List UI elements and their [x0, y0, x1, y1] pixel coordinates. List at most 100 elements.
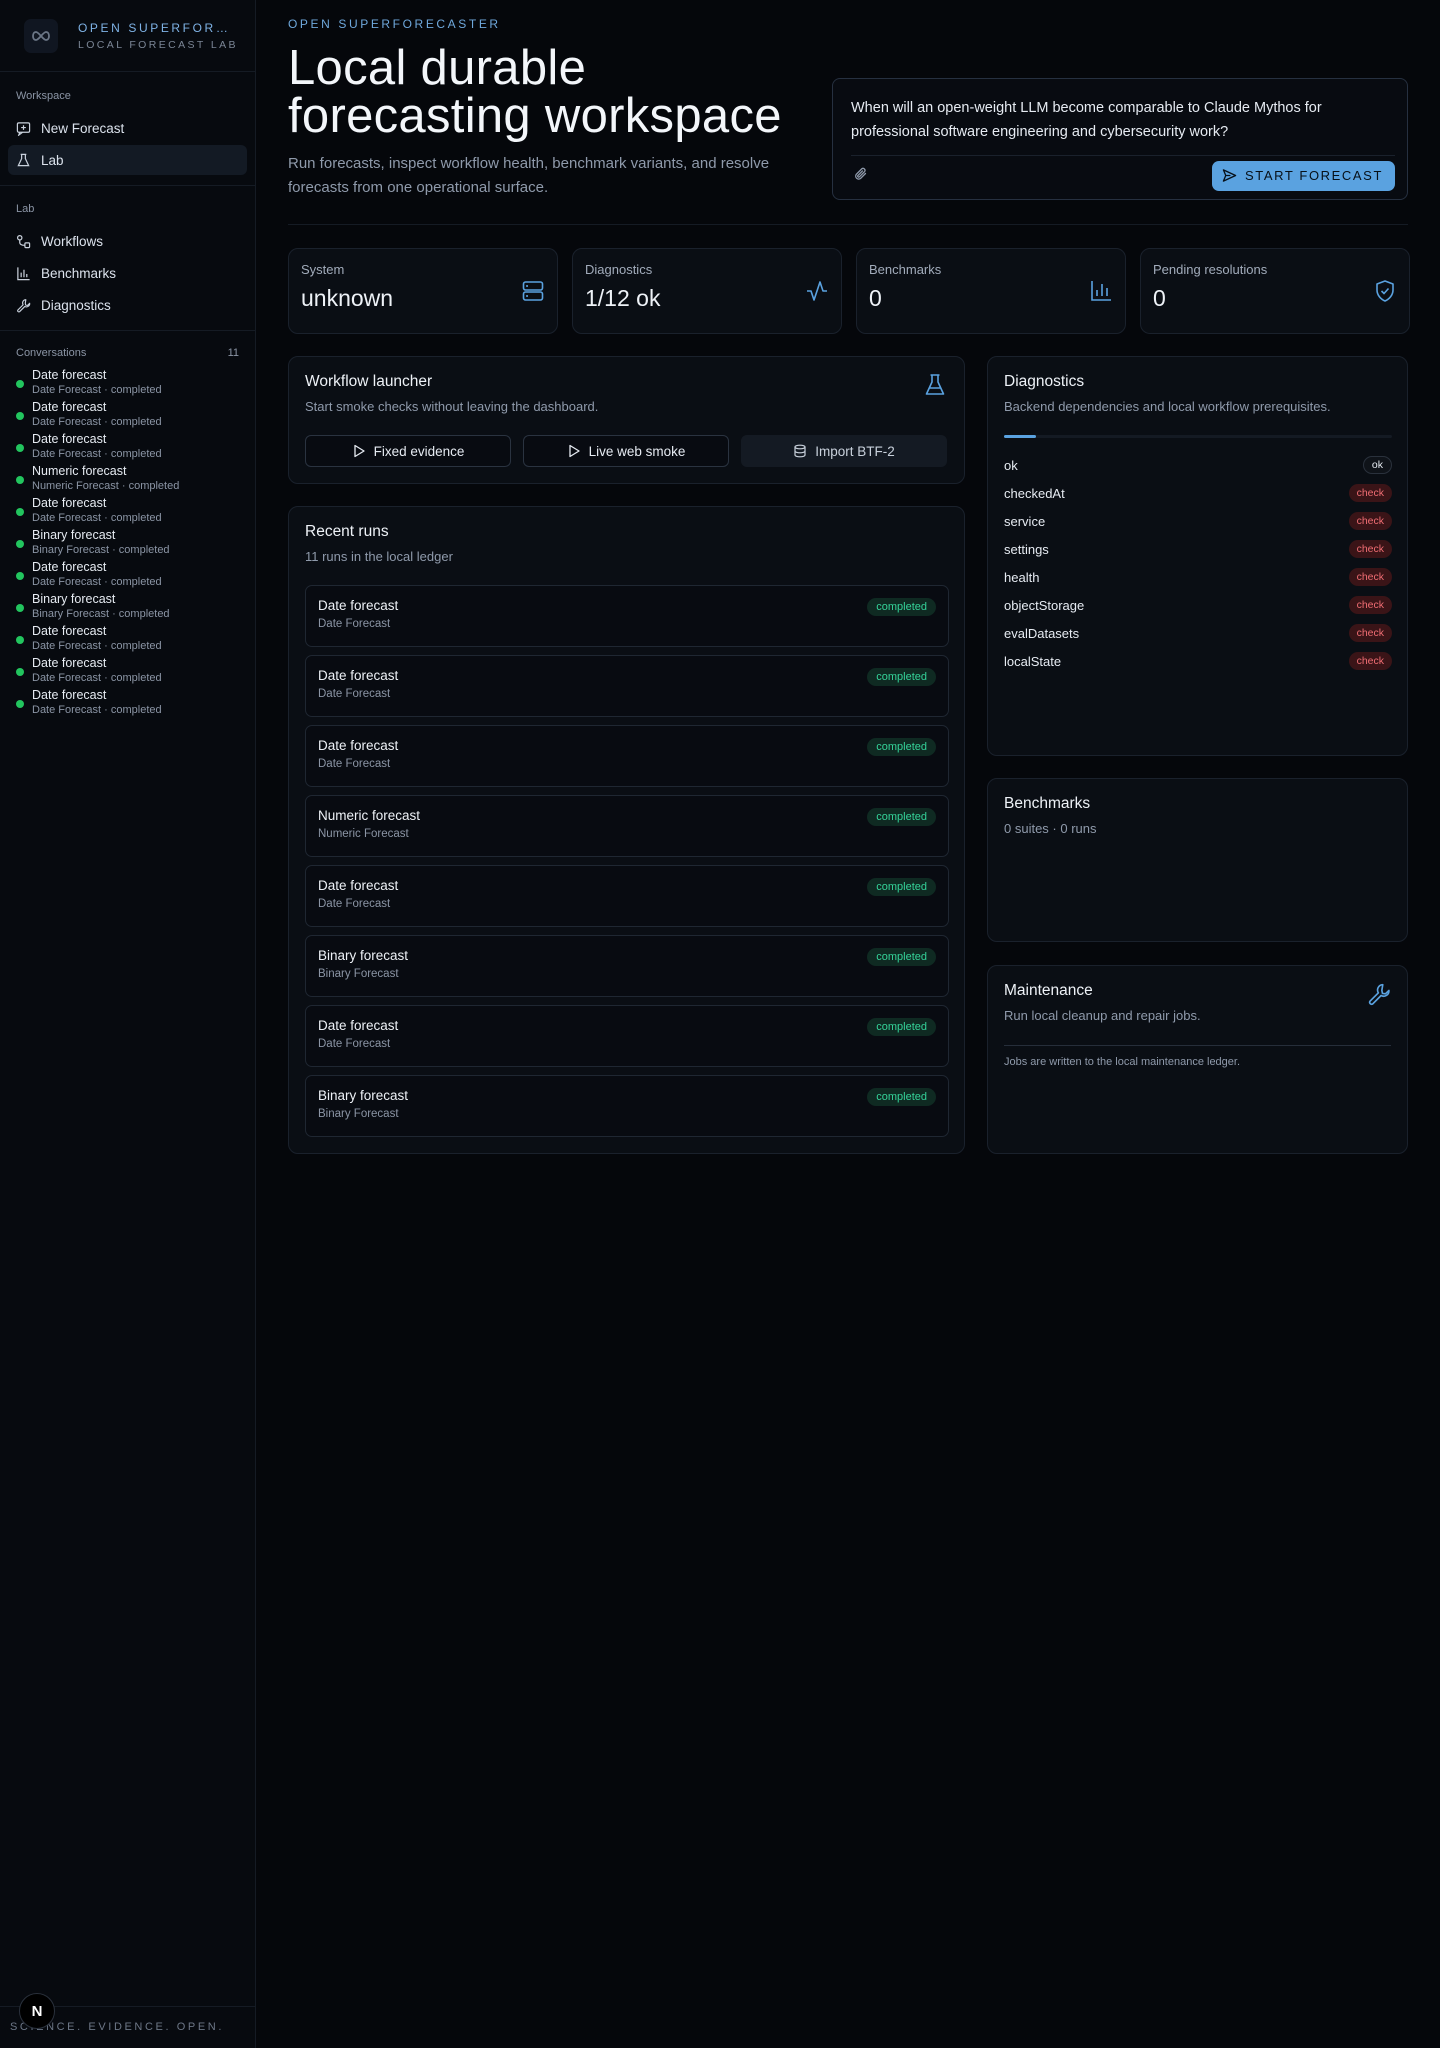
fixed-evidence-button[interactable]: Fixed evidence	[305, 435, 511, 467]
run-title: Numeric forecast	[318, 808, 421, 823]
send-icon	[1222, 168, 1237, 183]
diagnostic-row: health check	[1004, 567, 1392, 587]
bar-chart-icon	[16, 266, 31, 281]
conversation-item[interactable]: Binary forecast Binary Forecast · complet…	[0, 592, 255, 624]
run-row[interactable]: Date forecast Date Forecast completed	[305, 655, 949, 717]
conversation-meta: Binary Forecast · completed	[32, 544, 170, 556]
live-web-smoke-button[interactable]: Live web smoke	[523, 435, 729, 467]
conversation-item[interactable]: Numeric forecast Numeric Forecast · compl…	[0, 464, 255, 496]
play-icon	[352, 444, 366, 458]
conversation-item[interactable]: Date forecast Date Forecast · completed	[0, 656, 255, 688]
conversation-item[interactable]: Date forecast Date Forecast · completed	[0, 560, 255, 592]
conversation-item[interactable]: Date forecast Date Forecast · completed	[0, 496, 255, 528]
stat-card-pending-resolutions: Pending resolutions 0	[1140, 248, 1410, 334]
status-badge: completed	[867, 808, 936, 826]
status-badge: check	[1348, 624, 1392, 642]
conversation-item[interactable]: Date forecast Date Forecast · completed	[0, 432, 255, 464]
import-btf2-button[interactable]: Import BTF-2	[741, 435, 947, 467]
brand-title: OPEN SUPERFORE…	[78, 20, 238, 35]
status-badge: check	[1348, 512, 1392, 530]
benchmarks-card: Benchmarks 0 suites · 0 runs	[987, 778, 1408, 942]
conversation-title: Date forecast	[32, 624, 107, 638]
recent-runs-card: Recent runs 11 runs in the local ledger …	[288, 506, 965, 1154]
status-badge: check	[1348, 568, 1392, 586]
conversation-title: Date forecast	[32, 656, 107, 670]
diagnostics-progress-track	[1004, 435, 1392, 438]
sidebar-item-lab[interactable]: Lab	[8, 145, 247, 175]
status-dot	[16, 412, 24, 420]
run-type: Date Forecast	[318, 758, 391, 770]
stat-value: 0	[869, 285, 882, 311]
conversation-meta: Date Forecast · completed	[32, 512, 162, 524]
conversation-title: Binary forecast	[32, 528, 116, 542]
run-type: Date Forecast	[318, 688, 391, 700]
start-forecast-button[interactable]: START FORECAST	[1212, 160, 1395, 191]
conversation-item[interactable]: Date forecast Date Forecast · completed	[0, 368, 255, 400]
status-dot	[16, 476, 24, 484]
stat-value: unknown	[301, 285, 394, 311]
conversations-count: 11	[227, 347, 239, 359]
stat-value: 1/12 ok	[585, 285, 661, 311]
button-label: Import BTF-2	[815, 443, 895, 459]
run-row[interactable]: Binary forecast Binary Forecast completed	[305, 1075, 949, 1137]
status-dot	[16, 668, 24, 676]
sidebar-item-workflows[interactable]: Workflows	[8, 226, 247, 256]
run-type: Date Forecast	[318, 1038, 391, 1050]
brand[interactable]: OPEN SUPERFORE… LOCAL FORECAST LAB	[0, 0, 255, 72]
diagnostic-row: localState check	[1004, 651, 1392, 671]
shield-check-icon	[1373, 279, 1397, 303]
run-row[interactable]: Date forecast Date Forecast completed	[305, 725, 949, 787]
status-badge: completed	[867, 878, 936, 896]
status-dot	[16, 572, 24, 580]
run-row[interactable]: Date forecast Date Forecast completed	[305, 1005, 949, 1067]
maintenance-card: Maintenance Run local cleanup and repair…	[987, 965, 1408, 1154]
workflow-icon	[16, 234, 31, 249]
page-description: Run forecasts, inspect workflow health, …	[288, 155, 770, 196]
sidebar-item-benchmarks[interactable]: Benchmarks	[8, 258, 247, 288]
diagnostics-card: Diagnostics Backend dependencies and loc…	[987, 356, 1408, 756]
eyebrow: OPEN SUPERFORECASTER	[288, 17, 501, 31]
conversation-meta: Date Forecast · completed	[32, 416, 162, 428]
conversation-item[interactable]: Binary forecast Binary Forecast · complet…	[0, 528, 255, 560]
card-title: Recent runs	[305, 523, 389, 540]
conversation-title: Date forecast	[32, 400, 107, 414]
n-badge-icon[interactable]: N	[19, 1993, 55, 2029]
conversation-title: Date forecast	[32, 496, 107, 510]
run-row[interactable]: Date forecast Date Forecast completed	[305, 865, 949, 927]
card-subtitle: 0 suites · 0 runs	[1004, 821, 1097, 836]
stat-label: System	[301, 262, 345, 277]
run-title: Date forecast	[318, 738, 399, 753]
card-title: Benchmarks	[1004, 795, 1091, 812]
sidebar-item-new-forecast[interactable]: New Forecast	[8, 113, 247, 143]
conversation-title: Date forecast	[32, 560, 107, 574]
card-subtitle: Backend dependencies and local workflow …	[1004, 399, 1331, 414]
diagnostic-name: objectStorage	[1004, 597, 1085, 613]
stat-label: Diagnostics	[585, 262, 653, 277]
paperclip-icon[interactable]	[853, 166, 869, 182]
conversation-meta: Date Forecast · completed	[32, 576, 162, 588]
run-row[interactable]: Binary forecast Binary Forecast completed	[305, 935, 949, 997]
status-badge: check	[1348, 484, 1392, 502]
diagnostics-progress-fill	[1004, 435, 1037, 438]
run-title: Date forecast	[318, 1018, 399, 1033]
wrench-icon[interactable]	[1367, 982, 1391, 1006]
run-row[interactable]: Date forecast Date Forecast completed	[305, 585, 949, 647]
run-row[interactable]: Numeric forecast Numeric Forecast complete…	[305, 795, 949, 857]
status-dot	[16, 444, 24, 452]
card-title: Workflow launcher	[305, 373, 433, 390]
button-label: Live web smoke	[588, 443, 686, 459]
status-badge: completed	[867, 668, 936, 686]
conversation-item[interactable]: Date forecast Date Forecast · completed	[0, 688, 255, 720]
sidebar-item-label: Diagnostics	[41, 297, 111, 313]
status-badge: completed	[867, 598, 936, 616]
message-plus-icon	[16, 121, 31, 136]
start-forecast-label: START FORECAST	[1245, 168, 1383, 183]
diagnostic-row: checkedAt check	[1004, 483, 1392, 503]
conversation-item[interactable]: Date forecast Date Forecast · completed	[0, 400, 255, 432]
conversation-item[interactable]: Date forecast Date Forecast · completed	[0, 624, 255, 656]
workflow-launcher-card: Workflow launcher Start smoke checks wit…	[288, 356, 965, 484]
question-input[interactable]: When will an open-weight LLM become comp…	[833, 79, 1407, 151]
run-title: Binary forecast	[318, 1088, 409, 1103]
stat-value: 0	[1153, 285, 1166, 311]
sidebar-item-diagnostics[interactable]: Diagnostics	[8, 290, 247, 320]
